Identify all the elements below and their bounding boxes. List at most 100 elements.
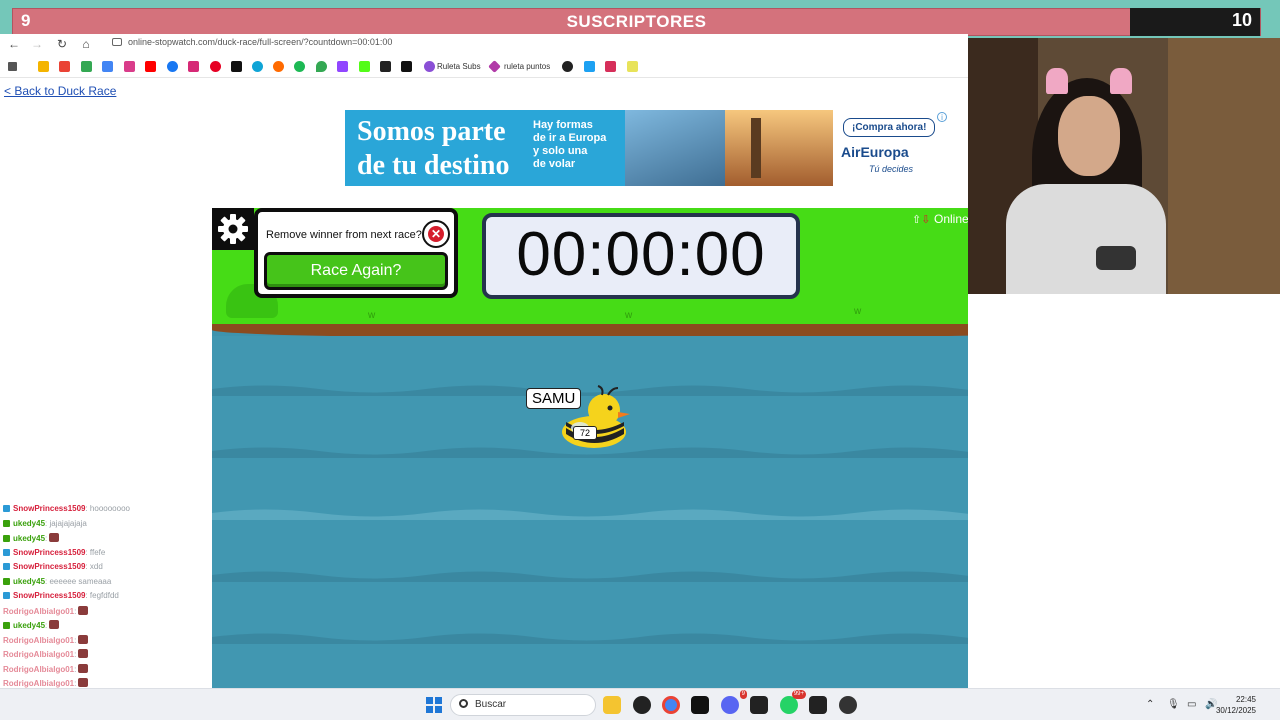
tiktok-icon[interactable] xyxy=(231,61,242,72)
race-timer: 00:00:00 xyxy=(482,213,800,299)
chat-text: : eeeeee sameaaa xyxy=(45,576,112,586)
tray-chevron-icon[interactable]: ⌃ xyxy=(1146,699,1154,710)
pinterest-icon[interactable] xyxy=(210,61,221,72)
bookmark-ruleta-puntos[interactable]: ruleta puntos xyxy=(504,62,550,71)
sub-goal-title: SUSCRIPTORES xyxy=(566,12,707,31)
chat-badge-icon xyxy=(3,505,10,512)
chat-username: RodrigoAlbialgo01 xyxy=(3,606,75,616)
discord-badge: 9 xyxy=(739,690,747,699)
windows-start-icon[interactable] xyxy=(426,697,442,713)
back-arrow-icon[interactable]: ← xyxy=(5,36,23,52)
ad-body-line: de ir a Europa xyxy=(533,132,607,144)
chat-text: : xyxy=(74,650,77,659)
instagram-icon[interactable] xyxy=(188,61,199,72)
chat-badge-icon xyxy=(3,622,10,629)
ad-brand-panel: ¡Compra ahora! AirEuropa Tú decides i xyxy=(833,110,951,186)
chat-message: RodrigoAlbialgo01: xyxy=(3,649,89,663)
twitch-icon[interactable] xyxy=(337,61,348,72)
ad-body-line: y solo una xyxy=(533,145,588,157)
chat-message: SnowPrincess1509: ffefe xyxy=(3,548,105,562)
docs-icon[interactable] xyxy=(102,61,113,72)
chat-emote-icon xyxy=(78,678,89,687)
duck-race-game: ᴡ ᴡ ᴡ Remove winner from next race? ✕ Ra… xyxy=(212,208,1067,688)
chat-message: SnowPrincess1509: hoooooooo xyxy=(3,504,130,518)
notion-icon[interactable] xyxy=(750,696,768,714)
chrome-icon[interactable] xyxy=(662,696,680,714)
chatgpt-icon[interactable] xyxy=(633,696,651,714)
ruleta-icon[interactable] xyxy=(424,61,435,72)
pink-app-icon[interactable] xyxy=(605,61,616,72)
chat-username: ukedy45 xyxy=(13,534,46,543)
ad-city-image xyxy=(725,110,833,186)
whatsapp-icon[interactable]: 99+ xyxy=(780,690,806,714)
forward-arrow-icon[interactable]: → xyxy=(28,36,46,52)
cat-ear-headphone xyxy=(1046,68,1068,94)
green-app-icon[interactable] xyxy=(294,61,305,72)
close-x-icon: ✕ xyxy=(428,226,444,242)
chat-message: ukedy45: eeeeee sameaaa xyxy=(3,577,111,591)
drive-icon[interactable] xyxy=(38,61,49,72)
chat-username: RodrigoAlbialgo01 xyxy=(3,664,75,674)
circle-app-icon[interactable] xyxy=(562,61,573,72)
taskbar-search[interactable]: Buscar xyxy=(450,694,596,716)
chat-badge-icon xyxy=(3,577,10,585)
ad-buy-now-button[interactable]: ¡Compra ahora! xyxy=(843,118,936,137)
youtube-icon[interactable] xyxy=(145,61,156,72)
chat-text: : xyxy=(74,679,77,688)
checkbox-app-icon[interactable] xyxy=(401,61,412,72)
pinwheel-icon[interactable] xyxy=(124,61,135,72)
file-explorer-icon[interactable] xyxy=(603,696,621,714)
chat-message: RodrigoAlbialgo01: xyxy=(3,634,89,649)
duck-number-tag: 72 xyxy=(573,426,597,440)
play-app-icon[interactable] xyxy=(584,61,595,72)
chat-text: : hoooooooo xyxy=(85,504,130,513)
kick-icon[interactable] xyxy=(359,61,370,72)
clock-date: 30/12/2025 xyxy=(1215,706,1256,715)
obs-icon[interactable] xyxy=(839,696,857,714)
home-icon[interactable]: ⌂ xyxy=(77,36,95,52)
reload-icon[interactable]: ↻ xyxy=(53,36,71,52)
notion-icon-2[interactable] xyxy=(809,696,827,714)
river-water xyxy=(212,336,1067,688)
grass-tuft: ᴡ xyxy=(625,310,633,321)
maps-pin-icon[interactable] xyxy=(316,61,327,72)
site-info-icon[interactable] xyxy=(112,38,122,46)
chat-username: ukedy45 xyxy=(13,621,46,630)
chat-text: : fegfdfdd xyxy=(85,591,119,600)
ruleta-puntos-icon[interactable] xyxy=(488,60,501,73)
sub-goal-target: 10 xyxy=(1231,10,1252,30)
chat-badge-icon xyxy=(3,563,10,570)
bookmarks-bar: Ruleta Subs ruleta puntos xyxy=(0,56,968,78)
dark-app-icon[interactable] xyxy=(380,61,391,72)
gmail-icon[interactable] xyxy=(59,61,70,72)
c-app-icon[interactable] xyxy=(273,61,284,72)
wave xyxy=(212,633,1067,644)
chat-emote-icon xyxy=(78,634,89,644)
ad-brand-logo: AirEuropa xyxy=(841,144,909,160)
settings-button[interactable] xyxy=(212,208,254,250)
yellow-app-icon[interactable] xyxy=(627,61,638,72)
sheets-icon[interactable] xyxy=(81,61,92,72)
chat-text: : xyxy=(45,621,48,630)
apps-grid-icon[interactable] xyxy=(8,62,17,71)
system-clock[interactable]: 22:45 30/12/2025 xyxy=(1216,694,1256,716)
browser-navbar: ← → ↻ ⌂ online-stopwatch.com/duck-race/f… xyxy=(0,34,968,56)
streamer-shirt xyxy=(1006,184,1166,294)
online-indicator: ⇧⇩ Online xyxy=(912,212,969,226)
capcut-icon[interactable] xyxy=(691,696,709,714)
browser-app-icon[interactable] xyxy=(252,61,263,72)
discord-icon[interactable]: 9 xyxy=(721,690,747,714)
gear-icon xyxy=(218,214,248,244)
ad-info-icon[interactable]: i xyxy=(937,112,947,122)
facebook-icon[interactable] xyxy=(167,61,178,72)
sub-goal-overlay: 9 SUSCRIPTORES 10 xyxy=(0,0,1280,38)
network-icon[interactable]: ▭ xyxy=(1187,699,1196,710)
bookmark-ruleta-subs[interactable]: Ruleta Subs xyxy=(437,62,481,71)
race-finished-popup: Remove winner from next race? ✕ Race Aga… xyxy=(254,208,458,298)
duck-name-tag: SAMU xyxy=(526,388,582,409)
back-to-duck-race-link[interactable]: < Back to Duck Race xyxy=(4,84,116,98)
race-again-button[interactable]: Race Again? xyxy=(264,252,448,290)
advertisement-banner[interactable]: Somos parte de tu destino Hay formas de … xyxy=(345,110,951,186)
microphone-icon[interactable]: 🎙 xyxy=(1167,699,1180,710)
remove-winner-toggle[interactable]: ✕ xyxy=(422,220,450,248)
